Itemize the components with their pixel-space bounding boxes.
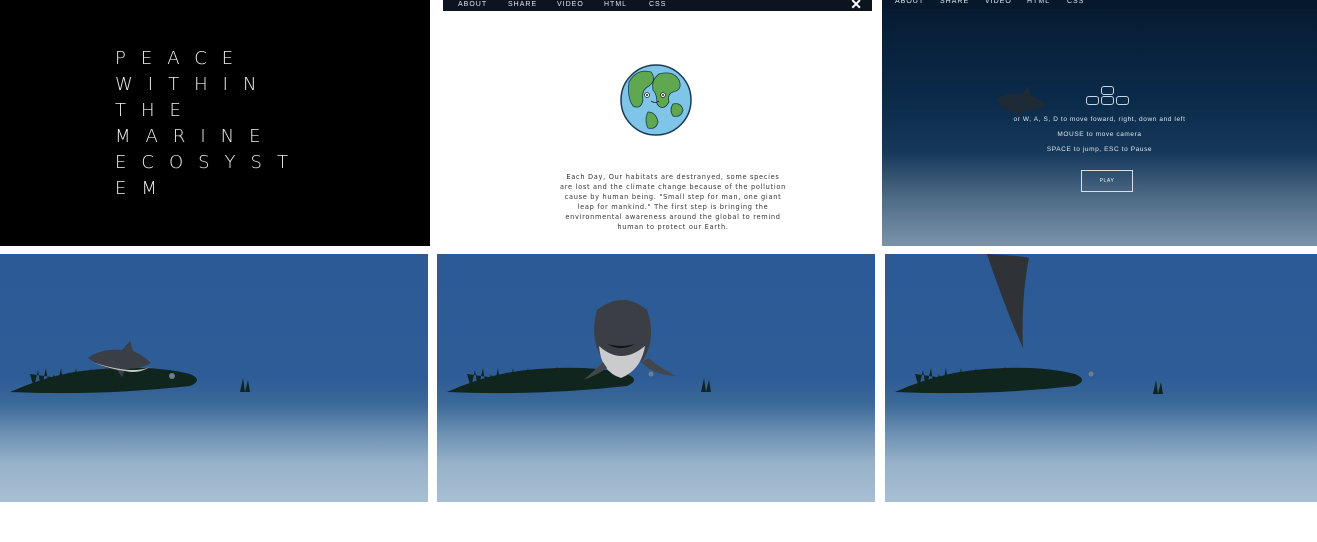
about-paragraph: Each Day, Our habitats are destranyed, s… [553,172,793,232]
movement-instruction: or W, A, S, D to move foward, right, dow… [1013,116,1186,123]
keys-instruction: SPACE to jump, ESC to Pause [1046,146,1153,153]
shark-silhouette [996,86,1046,119]
mouse-instruction: MOUSE to move camera [1057,131,1142,138]
small-fish [648,371,654,377]
title-screen: PEACE WITHIN THE MARINE ECOSYST EM [0,0,430,246]
seagrass-patch [895,366,1163,394]
title-line: MARINE [115,126,276,147]
play-button[interactable]: PLAY [1081,170,1133,192]
title-line: WITHIN [115,74,272,95]
about-line: environmental awareness around the globa… [565,213,781,221]
small-fish [1088,371,1094,377]
title-line: EM [115,178,172,199]
about-line: cause by human being. "Small step for ma… [564,193,782,201]
title-line: THE [115,100,196,121]
game-scene-3[interactable] [885,254,1317,502]
title-line: ECOSYST [115,152,303,173]
shark [583,300,677,380]
about-line: human to protect our Earth. [617,223,729,231]
shark-fin [987,254,1029,348]
about-line: are lost and the climate change because … [560,183,786,191]
about-line: Each Day, Our habitats are destranyed, s… [566,173,780,181]
seagrass-patch [447,366,711,394]
small-fish [169,373,175,379]
title-text: PEACE WITHIN THE MARINE ECOSYST EM [115,46,303,202]
game-scene-1[interactable] [0,254,428,502]
about-line: leap for mankind." The first step is bri… [577,203,769,211]
title-line: PEACE [115,48,249,69]
arrow-keys-icon [1082,86,1132,108]
about-screen: ABOUT SHARE VIDEO HTML CSS ✕ Each Day, O… [443,0,872,246]
instructions-screen: ABOUT SHARE VIDEO HTML CSS or W, A, S, D… [882,0,1317,246]
game-scene-2[interactable] [437,254,875,502]
